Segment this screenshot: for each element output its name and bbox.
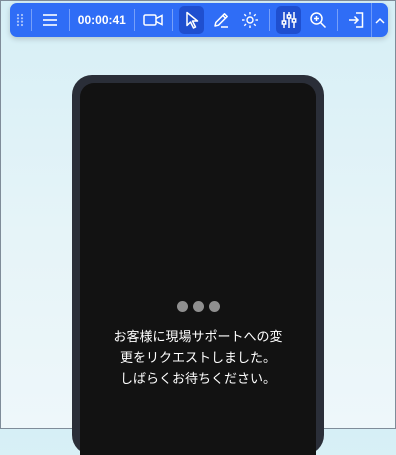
divider bbox=[30, 9, 32, 31]
adjust-sliders-icon bbox=[281, 11, 297, 29]
menu-icon bbox=[42, 13, 58, 27]
video-button[interactable] bbox=[141, 6, 166, 34]
control-toolbar: 00:00:41 bbox=[10, 3, 388, 37]
message-line: お客様に現場サポートへの変 bbox=[113, 330, 283, 345]
loading-dot bbox=[208, 301, 220, 312]
phone-screen: お客様に現場サポートへの変 更をリクエストしました。 しばらくお待ちください。 bbox=[80, 83, 316, 455]
divider bbox=[268, 9, 270, 31]
session-timer: 00:00:41 bbox=[77, 13, 126, 27]
loading-dot bbox=[176, 301, 188, 312]
status-message: お客様に現場サポートへの変 更をリクエストしました。 しばらくお待ちください。 bbox=[80, 327, 316, 390]
phone-frame: お客様に現場サポートへの変 更をリクエストしました。 しばらくお待ちください。 bbox=[72, 75, 324, 455]
video-camera-icon bbox=[143, 13, 164, 27]
pencil-icon bbox=[212, 11, 230, 29]
divider bbox=[172, 9, 173, 31]
divider bbox=[133, 9, 135, 31]
highlight-tool-button[interactable] bbox=[238, 6, 263, 34]
sparkle-effect-icon bbox=[241, 11, 259, 29]
adjust-button[interactable] bbox=[275, 6, 302, 34]
exit-icon bbox=[347, 11, 365, 29]
zoom-button[interactable] bbox=[305, 6, 330, 34]
loading-indicator bbox=[80, 301, 316, 312]
zoom-in-icon bbox=[309, 11, 327, 29]
drag-handle-icon[interactable] bbox=[14, 6, 27, 34]
message-line: しばらくお待ちください。 bbox=[119, 372, 276, 387]
collapse-toolbar-button[interactable] bbox=[370, 3, 388, 37]
loading-dot bbox=[192, 301, 204, 312]
divider bbox=[336, 9, 338, 31]
chevron-up-icon bbox=[375, 17, 385, 24]
menu-button[interactable] bbox=[38, 6, 63, 34]
pointer-tool-button[interactable] bbox=[178, 6, 205, 34]
exit-button[interactable] bbox=[343, 6, 368, 34]
divider bbox=[68, 9, 70, 31]
draw-tool-button[interactable] bbox=[208, 6, 233, 34]
message-line: 更をリクエストしました。 bbox=[119, 351, 276, 366]
cursor-pointer-icon bbox=[184, 11, 200, 29]
